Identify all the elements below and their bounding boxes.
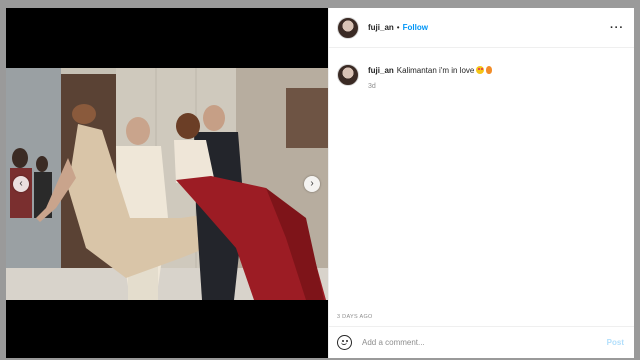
separator-dot: • xyxy=(396,23,400,32)
caption-username[interactable]: fuji_an xyxy=(368,66,394,75)
avatar[interactable] xyxy=(337,16,359,39)
post-modal: ‹ › fuji_an • Follow ··· fuji_an Kalimant… xyxy=(6,8,634,358)
post-photo[interactable] xyxy=(6,68,328,300)
caption-text: Kalimantan i'm in love xyxy=(396,66,475,75)
photo-illustration xyxy=(6,68,328,300)
more-options-icon[interactable]: ··· xyxy=(610,22,624,34)
post-header: fuji_an • Follow ··· xyxy=(329,8,634,48)
caption: fuji_an Kalimantan i'm in love xyxy=(368,66,493,75)
follow-button[interactable]: Follow xyxy=(403,23,428,32)
chevron-right-icon[interactable]: › xyxy=(304,176,320,192)
media-pane: ‹ › xyxy=(6,8,328,358)
comments-section: fuji_an Kalimantan i'm in love 3d xyxy=(329,48,634,314)
emoji-icon[interactable] xyxy=(337,335,352,350)
header-username[interactable]: fuji_an xyxy=(368,23,394,32)
caption-age[interactable]: 3d xyxy=(368,83,492,90)
post-date[interactable]: 3 DAYS AGO xyxy=(329,314,634,326)
fire-emoji-icon xyxy=(486,66,493,74)
caption-avatar[interactable] xyxy=(337,64,359,86)
chevron-left-icon[interactable]: ‹ xyxy=(13,176,29,192)
comment-input[interactable] xyxy=(362,338,607,347)
post-sidebar: fuji_an • Follow ··· fuji_an Kalimantan i… xyxy=(328,8,634,358)
add-comment-bar: Post xyxy=(329,326,634,358)
post-comment-button[interactable]: Post xyxy=(607,338,624,347)
heart-eyes-emoji-icon xyxy=(476,66,485,74)
caption-row: fuji_an Kalimantan i'm in love 3d xyxy=(337,64,624,90)
caption-body: fuji_an Kalimantan i'm in love 3d xyxy=(368,64,493,90)
